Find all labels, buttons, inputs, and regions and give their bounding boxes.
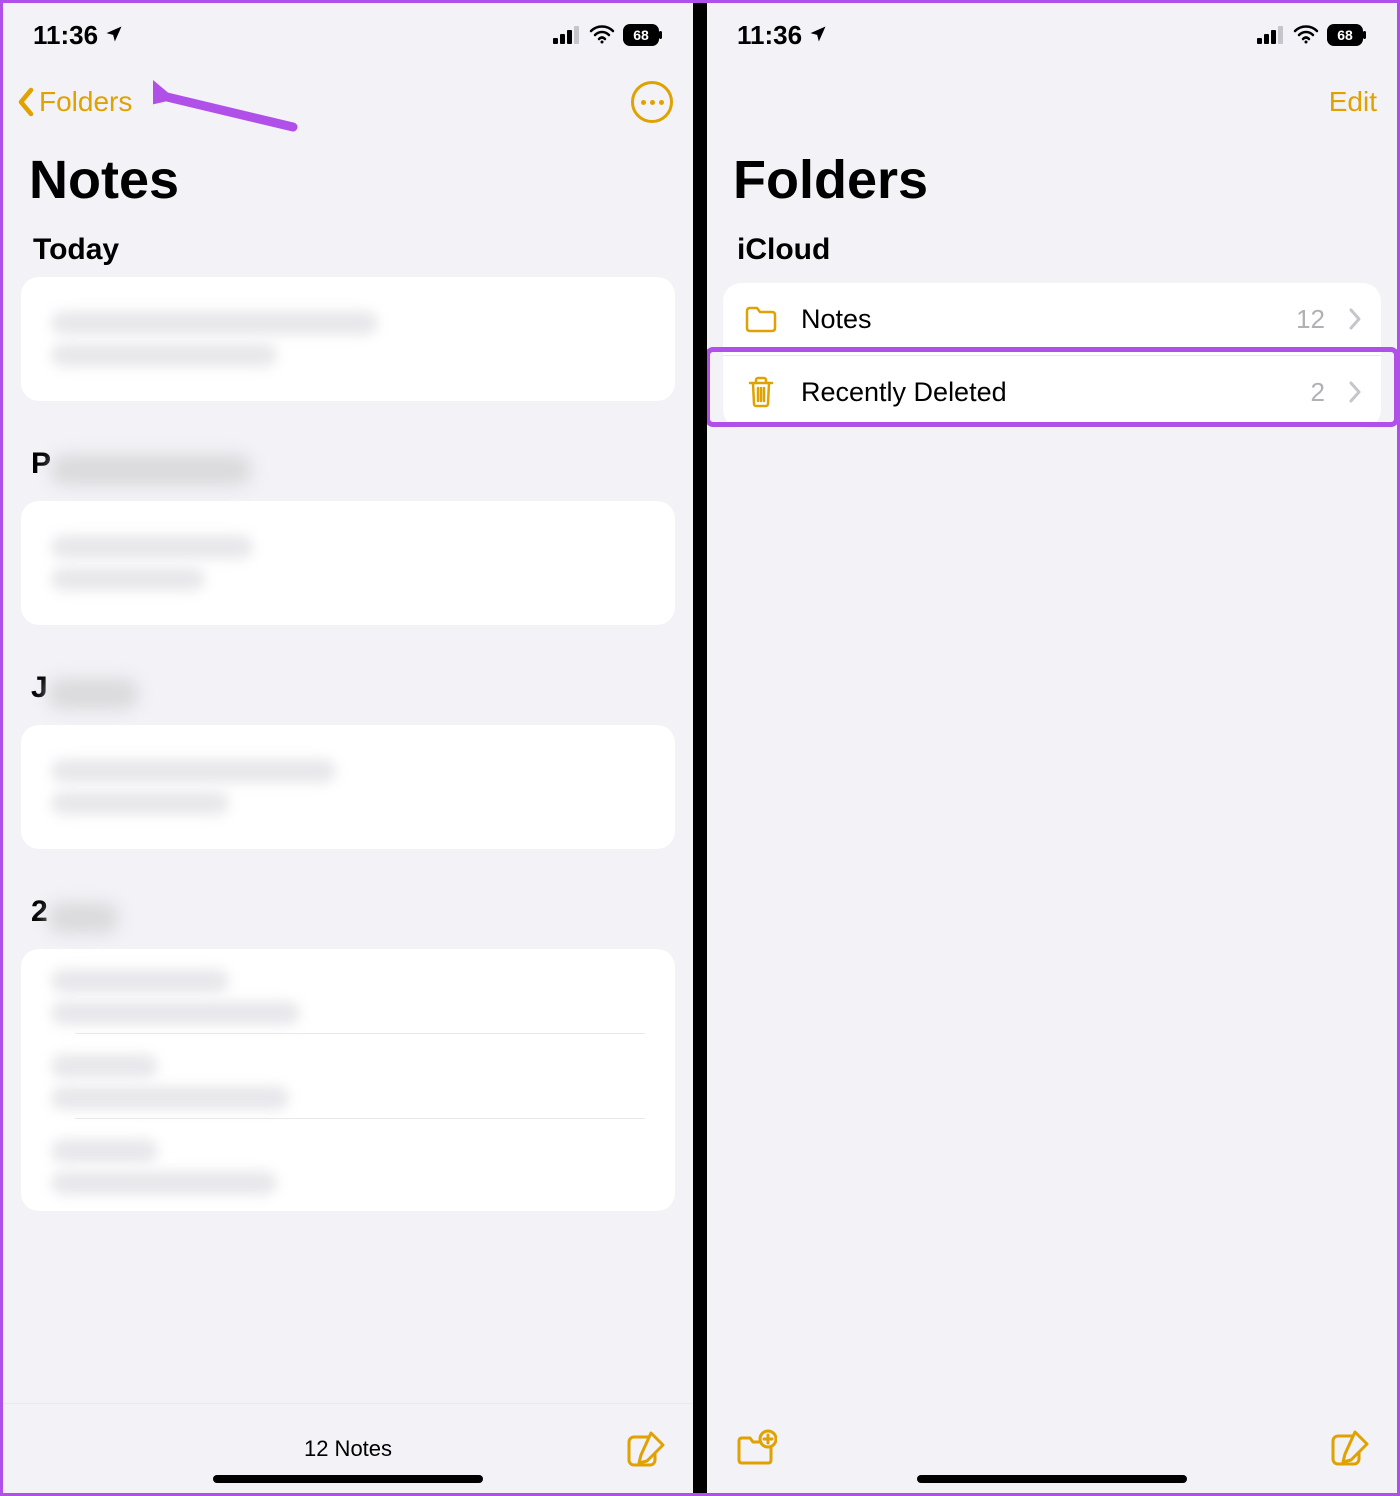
notes-list[interactable]: P J 2	[3, 277, 693, 1403]
folder-count: 2	[1311, 377, 1325, 408]
wifi-icon	[589, 20, 615, 51]
nav-bar: Folders	[3, 67, 693, 137]
page-title: Notes	[3, 137, 693, 227]
status-left: 11:36	[737, 20, 828, 51]
svg-text:68: 68	[633, 27, 649, 43]
compose-icon	[1327, 1426, 1371, 1470]
edit-button[interactable]: Edit	[1329, 86, 1377, 118]
folder-recently-deleted[interactable]: Recently Deleted 2	[723, 355, 1381, 428]
status-bar: 11:36 68	[707, 3, 1397, 67]
battery-icon: 68	[1327, 24, 1367, 46]
ellipsis-icon	[641, 100, 664, 105]
nav-bar: Edit	[707, 67, 1397, 137]
status-bar: 11:36 68	[3, 3, 693, 67]
folder-notes[interactable]: Notes 12	[723, 283, 1381, 355]
home-indicator[interactable]	[917, 1475, 1187, 1483]
compose-button[interactable]	[623, 1427, 667, 1471]
folder-count: 12	[1296, 304, 1325, 335]
chevron-right-icon	[1347, 307, 1363, 331]
section-j: J	[21, 631, 675, 725]
status-time: 11:36	[33, 20, 98, 51]
notes-count: 12 Notes	[304, 1436, 392, 1462]
note-group[interactable]	[21, 949, 675, 1211]
location-icon	[808, 20, 828, 51]
wifi-icon	[1293, 20, 1319, 51]
status-right: 68	[553, 20, 663, 51]
compose-button[interactable]	[1327, 1426, 1371, 1470]
signal-icon	[553, 20, 581, 51]
svg-text:68: 68	[1337, 27, 1353, 43]
signal-icon	[1257, 20, 1285, 51]
back-label: Folders	[39, 86, 132, 118]
note-item[interactable]	[21, 501, 675, 625]
folder-label: Recently Deleted	[801, 377, 1289, 408]
home-indicator[interactable]	[213, 1475, 483, 1483]
battery-icon: 68	[623, 24, 663, 46]
page-title: Folders	[707, 137, 1397, 227]
section-today: Today	[3, 227, 693, 277]
note-item[interactable]	[21, 725, 675, 849]
folder-label: Notes	[801, 304, 1274, 335]
phone-notes: 11:36 68 Folders	[3, 3, 693, 1493]
folder-list: Notes 12 Recently Deleted 2	[707, 277, 1397, 434]
folder-icon	[743, 301, 779, 337]
trash-icon	[743, 374, 779, 410]
status-right: 68	[1257, 20, 1367, 51]
section-p: P	[21, 407, 675, 501]
location-icon	[104, 20, 124, 51]
chevron-left-icon	[15, 86, 37, 118]
phone-folders: 11:36 68 Edit Folders iCloud	[707, 3, 1397, 1493]
section-icloud: iCloud	[707, 227, 1397, 277]
folder-card: Notes 12 Recently Deleted 2	[723, 283, 1381, 428]
note-item[interactable]	[21, 277, 675, 401]
section-2: 2	[21, 855, 675, 949]
status-time: 11:36	[737, 20, 802, 51]
back-button[interactable]: Folders	[15, 86, 132, 118]
new-folder-icon	[733, 1426, 777, 1470]
screenshot-divider	[693, 3, 707, 1493]
chevron-right-icon	[1347, 380, 1363, 404]
new-folder-button[interactable]	[733, 1426, 777, 1470]
more-button[interactable]	[631, 81, 673, 123]
spacer	[707, 434, 1397, 1403]
compose-icon	[623, 1427, 667, 1471]
status-left: 11:36	[33, 20, 124, 51]
